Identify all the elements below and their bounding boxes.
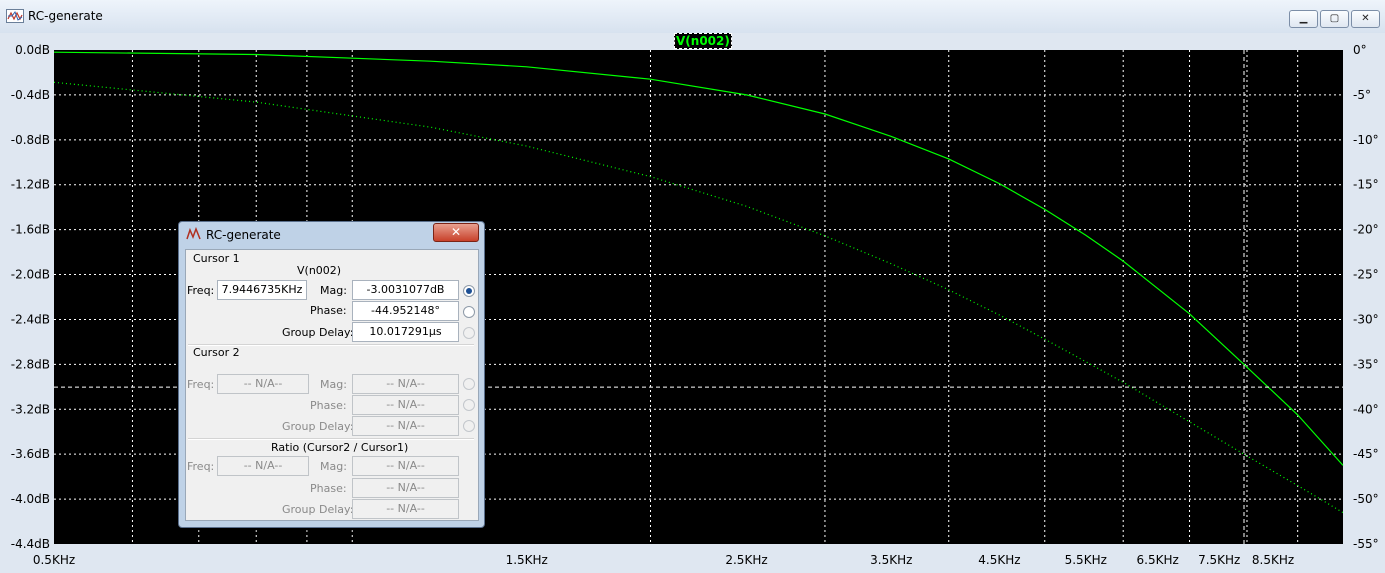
y-tick-label-left: -3.2dB: [11, 402, 50, 416]
ratio-phase-value: -- N/A--: [352, 478, 459, 498]
y-tick-label-left: -2.0dB: [11, 268, 50, 282]
x-tick-label: 4.5KHz: [978, 553, 1020, 567]
window-title: RC-generate: [28, 9, 103, 23]
y-tick-label-right: -15°: [1353, 178, 1379, 192]
cursor2-freq-input: -- N/A--: [217, 374, 309, 394]
minimize-button[interactable]: ▁: [1289, 10, 1318, 28]
x-tick-label: 8.5KHz: [1252, 553, 1294, 567]
window-titlebar: RC-generate ▁ ▢ ✕: [0, 0, 1385, 34]
y-tick-label-right: -45°: [1353, 447, 1379, 461]
ratio-group-delay-label: Group Delay:: [282, 503, 354, 516]
ratio-mag-label: Mag:: [320, 460, 347, 473]
close-button[interactable]: ✕: [1351, 10, 1380, 28]
y-tick-label-right: -40°: [1353, 402, 1379, 416]
dialog-titlebar[interactable]: RC-generate ✕: [179, 222, 484, 246]
cursor1-phase-label: Phase:: [310, 304, 347, 317]
ratio-mag-value: -- N/A--: [352, 456, 459, 476]
y-tick-label-left: -0.4dB: [11, 88, 50, 102]
ratio-group-delay-value: -- N/A--: [352, 499, 459, 519]
cursor2-phase-value: -- N/A--: [352, 395, 459, 415]
y-tick-label-left: -1.6dB: [11, 223, 50, 237]
y-tick-label-left: -2.4dB: [11, 312, 50, 326]
dialog-title: RC-generate: [206, 228, 281, 242]
cursor1-group-delay-label: Group Delay:: [282, 326, 354, 339]
separator: [188, 438, 474, 440]
cursor2-group-delay-value: -- N/A--: [352, 416, 459, 436]
y-tick-label-right: -25°: [1353, 268, 1379, 282]
cursor1-mag-value: -3.0031077dB: [352, 280, 459, 300]
cursor2-header: Cursor 2: [193, 346, 240, 359]
y-tick-label-left: -1.2dB: [11, 178, 50, 192]
cursor1-phase-value: -44.952148°: [352, 301, 459, 321]
ratio-phase-label: Phase:: [310, 482, 347, 495]
cursor2-mag-radio: [463, 378, 475, 390]
y-tick-label-left: -4.0dB: [11, 492, 50, 506]
y-tick-label-right: -35°: [1353, 357, 1379, 371]
waveform-app-icon: [6, 9, 24, 23]
x-tick-label: 6.5KHz: [1137, 553, 1179, 567]
cursor1-trace-name: V(n002): [297, 264, 342, 277]
cursor1-freq-label: Freq:: [187, 284, 215, 297]
cursor-dialog[interactable]: RC-generate ✕ Cursor 1 V(n002) Freq: 7.9…: [178, 221, 485, 528]
waveform-app-icon: [186, 227, 201, 240]
x-tick-label: 2.5KHz: [725, 553, 767, 567]
x-tick-label: 5.5KHz: [1065, 553, 1107, 567]
cursor1-group-delay-value: 10.017291µs: [352, 322, 459, 342]
cursor1-phase-radio[interactable]: [463, 306, 475, 318]
ratio-freq-value: -- N/A--: [217, 456, 309, 476]
y-tick-label-right: -55°: [1353, 537, 1379, 551]
cursor2-group-delay-radio: [463, 420, 475, 432]
cursor1-mag-radio[interactable]: [463, 285, 475, 297]
y-tick-label-right: -20°: [1353, 223, 1379, 237]
y-tick-label-left: -2.8dB: [11, 357, 50, 371]
y-tick-label-left: -4.4dB: [11, 537, 50, 551]
cursor2-phase-label: Phase:: [310, 399, 347, 412]
x-tick-label: 0.5KHz: [33, 553, 75, 567]
y-tick-label-left: 0.0dB: [15, 43, 50, 57]
cursor2-group-delay-label: Group Delay:: [282, 420, 354, 433]
cursor2-mag-label: Mag:: [320, 378, 347, 391]
cursor1-freq-input[interactable]: 7.9446735KHz: [217, 280, 307, 300]
cursor1-header: Cursor 1: [193, 252, 240, 265]
cursor2-mag-value: -- N/A--: [352, 374, 459, 394]
y-tick-label-right: -50°: [1353, 492, 1379, 506]
ratio-header: Ratio (Cursor2 / Cursor1): [271, 441, 409, 454]
x-tick-label: 7.5KHz: [1198, 553, 1240, 567]
ratio-freq-label: Freq:: [187, 460, 215, 473]
cursor2-freq-label: Freq:: [187, 378, 215, 391]
cursor1-group-delay-radio[interactable]: [463, 327, 475, 339]
x-tick-label: 1.5KHz: [506, 553, 548, 567]
maximize-button[interactable]: ▢: [1320, 10, 1349, 28]
x-tick-label: 3.5KHz: [870, 553, 912, 567]
y-tick-label-right: -30°: [1353, 312, 1379, 326]
cursor2-phase-radio: [463, 399, 475, 411]
y-tick-label-left: -0.8dB: [11, 133, 50, 147]
dialog-body: Cursor 1 V(n002) Freq: 7.9446735KHz Mag:…: [185, 249, 479, 521]
trace-label[interactable]: V(n002): [674, 33, 732, 49]
y-tick-label-right: -10°: [1353, 133, 1379, 147]
dialog-close-button[interactable]: ✕: [433, 223, 479, 242]
y-tick-label-right: 0°: [1353, 43, 1367, 57]
y-tick-label-right: -5°: [1353, 88, 1371, 102]
cursor1-mag-label: Mag:: [320, 284, 347, 297]
y-tick-label-left: -3.6dB: [11, 447, 50, 461]
